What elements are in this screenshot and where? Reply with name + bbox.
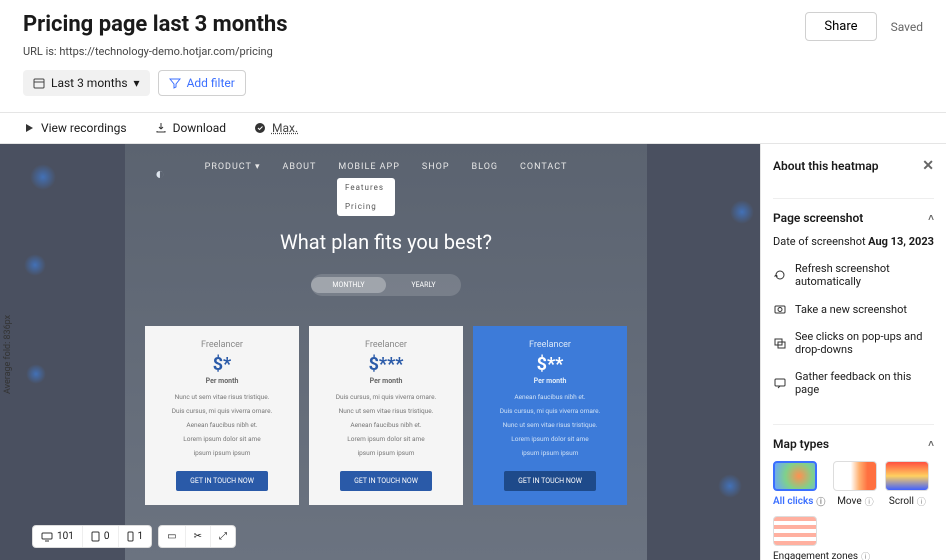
maptype-engagement[interactable]: Engagement zonesⓘ — [773, 516, 870, 560]
nav-dropdown[interactable]: Features Pricing — [337, 178, 395, 216]
highlight-tool[interactable]: ▭ — [159, 526, 185, 547]
nav-contact[interactable]: CONTACT — [520, 162, 567, 172]
device-switcher[interactable]: 101 0 1 — [32, 525, 152, 548]
camera-icon — [773, 302, 787, 316]
date-value: Aug 13, 2023 — [868, 235, 934, 248]
page-preview: ◐ PRODUCT ▾ ABOUT MOBILE APP SHOP BLOG C… — [125, 144, 647, 560]
view-recordings-button[interactable]: View recordings — [23, 121, 127, 135]
refresh-action[interactable]: Refresh screenshot automatically — [773, 262, 934, 288]
play-icon — [23, 122, 35, 134]
calendar-icon — [33, 77, 45, 89]
saved-status: Saved — [891, 20, 923, 34]
plan-card-3[interactable]: Freelancer $** Per month Aenean faucibus… — [473, 326, 627, 505]
expand-tool[interactable]: ⤢ — [211, 526, 235, 547]
share-button[interactable]: Share — [805, 12, 876, 41]
avg-fold-label: Average fold: 836px — [3, 314, 13, 393]
billing-toggle[interactable]: MONTHLY YEARLY — [311, 274, 461, 296]
check-circle-icon — [254, 122, 266, 134]
plan-card-1[interactable]: Freelancer $* Per month Nunc ut sem vita… — [145, 326, 299, 505]
popup-icon — [773, 336, 787, 350]
device-mobile[interactable]: 1 — [119, 526, 152, 547]
maptype-all-clicks[interactable]: All clicksⓘ — [773, 461, 825, 508]
desktop-icon — [41, 532, 53, 542]
plan-cta-3[interactable]: GET IN TOUCH NOW — [504, 471, 596, 491]
chevron-down-icon: ▾ — [134, 76, 140, 90]
info-icon: ⓘ — [861, 550, 870, 560]
all-clicks-icon — [773, 461, 817, 491]
viewer-tools[interactable]: ▭ ✂ ⤢ — [158, 525, 236, 548]
device-tablet[interactable]: 0 — [83, 526, 119, 547]
page-title: Pricing page last 3 months — [23, 12, 288, 37]
plan-cta-2[interactable]: GET IN TOUCH NOW — [340, 471, 432, 491]
date-label: Date of screenshot — [773, 235, 866, 248]
highlight-icon: ▭ — [167, 531, 176, 542]
date-range-chip[interactable]: Last 3 months ▾ — [23, 70, 150, 96]
tablet-icon — [91, 531, 100, 542]
info-icon: ⓘ — [865, 495, 874, 508]
feedback-icon — [773, 376, 787, 390]
gather-feedback-action[interactable]: Gather feedback on this page — [773, 370, 934, 396]
nav-shop[interactable]: SHOP — [422, 162, 450, 172]
crop-icon: ✂ — [194, 531, 202, 542]
filter-icon — [169, 77, 181, 89]
about-header: About this heatmap ✕ — [773, 158, 934, 174]
move-icon — [833, 461, 877, 491]
download-button[interactable]: Download — [155, 121, 226, 135]
max-toggle[interactable]: Max. — [254, 121, 298, 135]
hero-heading: What plan fits you best? — [125, 230, 647, 254]
plan-card-2[interactable]: Freelancer $*** Per month Duis cursus, m… — [309, 326, 463, 505]
chevron-up-icon: ˄ — [928, 439, 934, 450]
device-desktop[interactable]: 101 — [33, 526, 83, 547]
url-row: URL is: https://technology-demo.hotjar.c… — [23, 45, 923, 58]
nav-product[interactable]: PRODUCT ▾ — [205, 162, 261, 172]
refresh-icon — [773, 268, 787, 282]
nav-mobile[interactable]: MOBILE APP — [338, 162, 400, 172]
heatmap-viewer[interactable]: Average fold: 836px ◐ PRODUCT ▾ — [0, 144, 760, 560]
close-icon[interactable]: ✕ — [922, 158, 934, 174]
mobile-icon — [127, 531, 134, 542]
maptypes-header[interactable]: Map types ˄ — [773, 437, 934, 451]
nav-about[interactable]: ABOUT — [282, 162, 316, 172]
info-icon: ⓘ — [917, 495, 926, 508]
expand-icon: ⤢ — [219, 531, 227, 542]
engagement-icon — [773, 516, 817, 546]
maptype-move[interactable]: Moveⓘ — [833, 461, 877, 508]
screenshot-header[interactable]: Page screenshot ˄ — [773, 211, 934, 225]
download-icon — [155, 122, 167, 134]
add-filter-button[interactable]: Add filter — [158, 70, 246, 96]
crop-tool[interactable]: ✂ — [186, 526, 211, 547]
see-clicks-action[interactable]: See clicks on pop-ups and drop-downs — [773, 330, 934, 356]
chevron-up-icon: ˄ — [928, 213, 934, 224]
info-icon: ⓘ — [816, 495, 825, 508]
take-screenshot-action[interactable]: Take a new screenshot — [773, 302, 934, 316]
scroll-icon — [885, 461, 929, 491]
plan-cta-1[interactable]: GET IN TOUCH NOW — [176, 471, 268, 491]
maptype-scroll[interactable]: Scrollⓘ — [885, 461, 929, 508]
nav-blog[interactable]: BLOG — [472, 162, 499, 172]
